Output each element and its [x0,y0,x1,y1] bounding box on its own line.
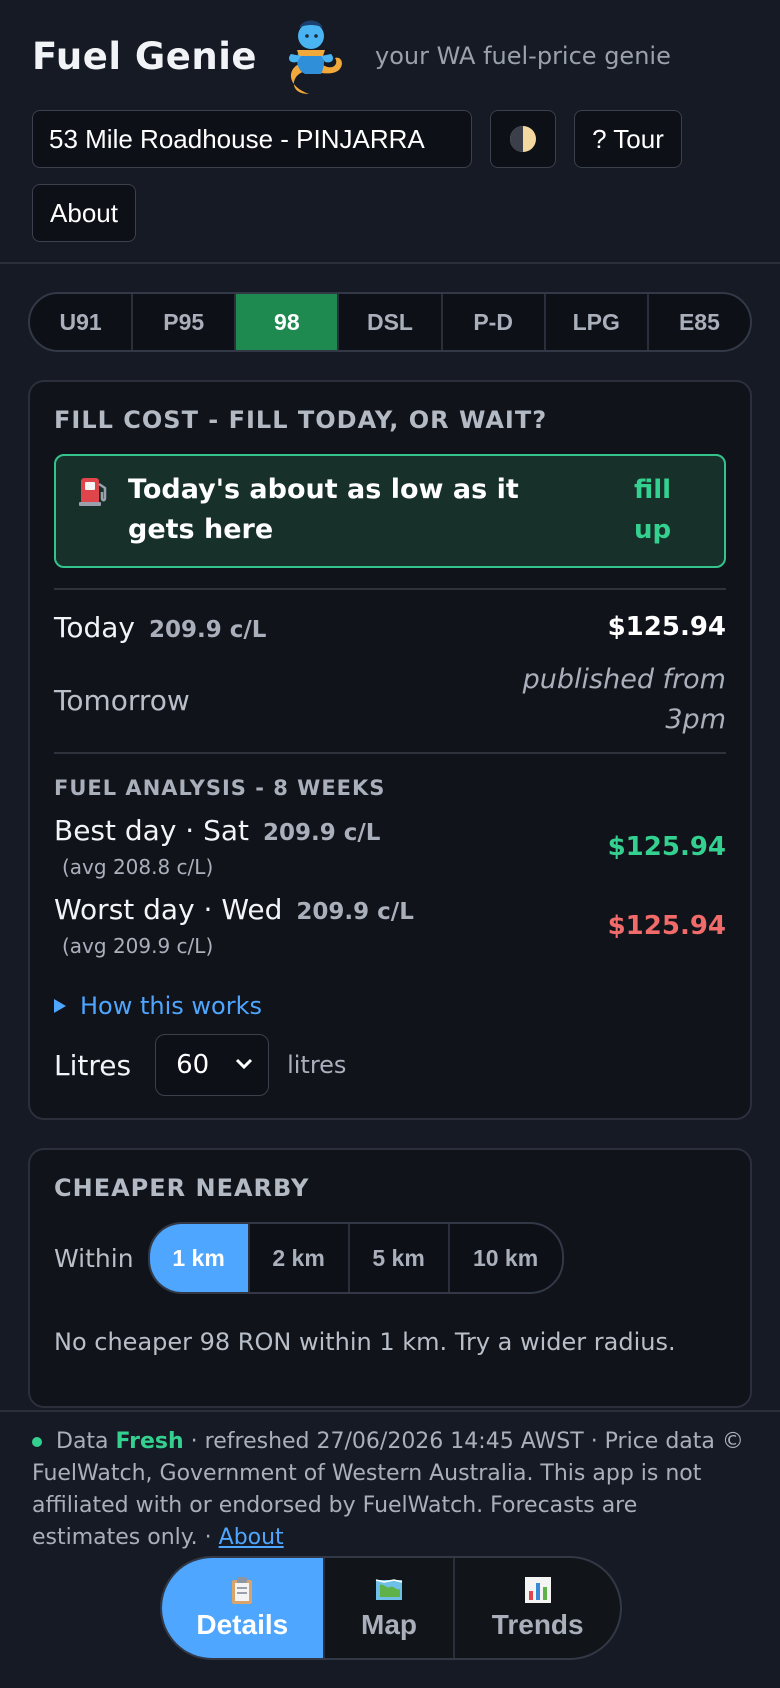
nav-details[interactable]: Details [162,1558,325,1658]
footer-text: Data Fresh · refreshed 27/06/2026 14:45 … [32,1426,748,1554]
fill-cost-title: FILL COST - FILL TODAY, OR WAIT? [54,406,548,434]
radius-row: Within 1 km 2 km 5 km 10 km [54,1222,726,1294]
today-label: Today [54,610,135,644]
bar-chart-icon [524,1577,551,1603]
litres-row: Litres 60 litres [54,1034,726,1096]
best-day-row: Best day · Sat 209.9 c/L (avg 208.8 c/L)… [54,814,726,879]
nav-trends-label: Trends [491,1609,584,1640]
tomorrow-row: Tomorrow published from 3pm [54,654,726,746]
bottom-nav: Details Map Trends [160,1556,622,1660]
best-day-avg: (avg 208.8 c/L) [62,855,214,879]
worst-day-avg: (avg 209.9 c/L) [62,934,214,958]
within-label: Within [54,1243,134,1273]
worst-day-row: Worst day · Wed 209.9 c/L (avg 209.9 c/L… [54,893,726,958]
radius-1km-button[interactable]: 1 km [149,1224,250,1292]
clipboard-icon [232,1577,253,1604]
worst-day-cost: $125.94 [607,910,726,941]
title-row: Fuel Genie your WA fuel-price genie [32,14,748,98]
tab-p-d[interactable]: P-D [443,294,546,350]
today-price: 209.9 c/L [148,616,267,643]
tab-u91[interactable]: U91 [30,294,134,350]
how-this-works-toggle[interactable]: How this works [54,992,726,1020]
chevron-down-icon [236,1058,253,1070]
today-cost: $125.94 [607,612,726,642]
tab-p95[interactable]: P95 [133,294,237,350]
best-day-cost: $125.94 [607,831,726,862]
genie-icon [289,20,342,94]
banner-text: Today's about as low as it gets here [128,474,519,545]
status-badge: Fresh [115,1429,184,1454]
nav-trends[interactable]: Trends [455,1558,620,1658]
divider [54,588,726,590]
tomorrow-label: Tomorrow [54,683,190,717]
worst-day-price: 209.9 c/L [296,899,414,925]
fill-cost-card: FILL COST - FILL TODAY, OR WAIT? Today's… [28,380,752,1120]
header-divider [0,262,780,264]
nav-map-label: Map [361,1609,417,1640]
data-label: Data [56,1429,109,1454]
tab-lpg[interactable]: LPG [546,294,649,350]
radius-selector: 1 km 2 km 5 km 10 km [147,1222,564,1294]
nav-details-label: Details [196,1609,289,1640]
divider [54,752,726,754]
tab-e85[interactable]: E85 [649,294,750,350]
tour-button[interactable]: ? Tour [574,110,682,168]
about-button[interactable]: About [32,184,136,242]
station-select[interactable]: 53 Mile Roadhouse - PINJARRA [32,110,472,168]
best-day-price: 209.9 c/L [263,820,381,846]
tab-dsl[interactable]: DSL [339,294,443,350]
tomorrow-note: published from 3pm [522,664,726,735]
disclosure-triangle-icon [54,999,66,1013]
footer-about-link[interactable]: About [219,1525,284,1550]
today-row: Today 209.9 c/L $125.94 [54,600,726,654]
nav-map[interactable]: Map [325,1558,456,1658]
app-header: Fuel Genie your WA fuel-price genie 53 M… [0,0,780,242]
nearby-title: CHEAPER NEARBY [54,1174,310,1202]
best-day-label: Best day · Sat [54,814,250,847]
banner-action: fill up [634,475,672,545]
tagline: your WA fuel-price genie [375,42,671,70]
fuel-type-tabs: U91 P95 98 DSL P-D LPG E85 [28,292,752,352]
fuel-pump-icon [79,478,107,506]
worst-day-label: Worst day · Wed [54,893,283,926]
half-moon-icon [510,126,536,152]
recommendation-banner: Today's about as low as it gets here fil… [54,454,726,568]
litres-select[interactable]: 60 [155,1034,270,1096]
litres-unit: litres [287,1051,347,1079]
radius-2km-button[interactable]: 2 km [250,1224,350,1292]
radius-5km-button[interactable]: 5 km [350,1224,450,1292]
app-title: Fuel Genie [32,34,258,78]
how-this-works-label: How this works [80,992,262,1020]
analysis-title: FUEL ANALYSIS - 8 WEEKS [54,776,386,800]
tab-98[interactable]: 98 [236,294,340,350]
cheaper-nearby-card: CHEAPER NEARBY Within 1 km 2 km 5 km 10 … [28,1148,752,1408]
litres-label: Litres [54,1048,132,1082]
litres-value: 60 [176,1050,210,1080]
nearby-message: No cheaper 98 RON within 1 km. Try a wid… [54,1328,676,1356]
radius-10km-button[interactable]: 10 km [450,1224,562,1292]
header-controls: 53 Mile Roadhouse - PINJARRA ? Tour Abou… [32,110,748,242]
map-icon [375,1579,403,1600]
status-dot-icon [32,1437,42,1447]
theme-toggle-button[interactable] [490,110,556,168]
